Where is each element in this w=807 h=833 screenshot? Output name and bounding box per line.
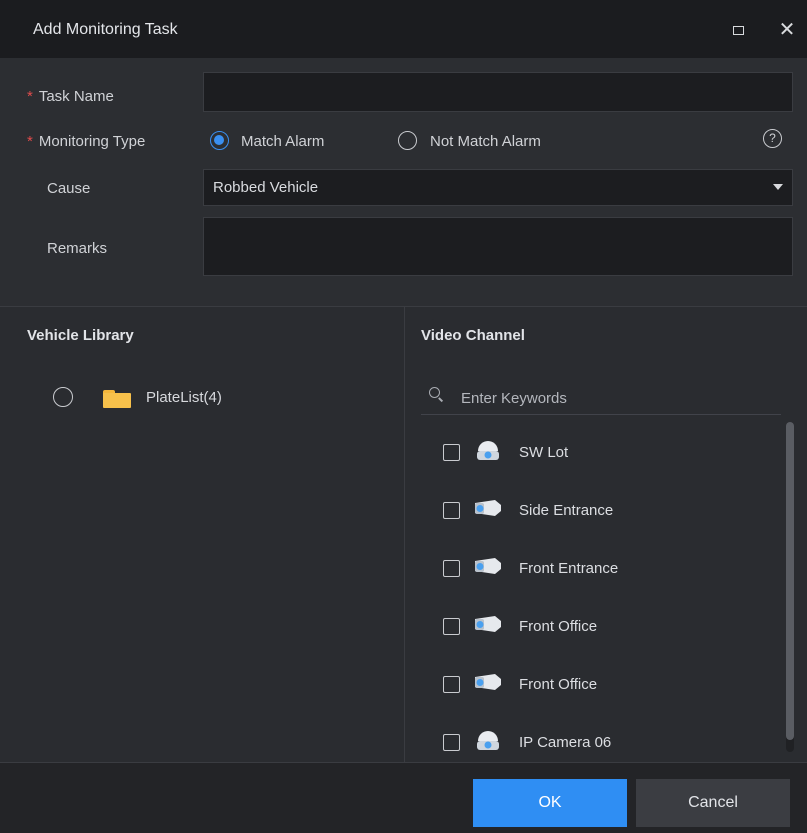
channel-checkbox[interactable] [443, 560, 460, 577]
remarks-textarea[interactable] [203, 217, 793, 276]
search-icon [429, 387, 440, 398]
channel-item[interactable]: Side Entrance [405, 473, 765, 531]
cause-selected-value: Robbed Vehicle [213, 179, 319, 196]
channel-checkbox[interactable] [443, 502, 460, 519]
platelist-radio[interactable] [53, 387, 73, 407]
cause-label: Cause [47, 180, 91, 197]
help-icon[interactable]: ? [763, 129, 782, 148]
channel-item[interactable]: IP Camera 06 [405, 705, 765, 762]
channel-item[interactable]: Front Office [405, 589, 765, 647]
vehicle-library-title: Vehicle Library [27, 327, 134, 344]
channel-search [421, 381, 781, 415]
bullet-camera-icon [475, 500, 501, 516]
folder-icon [103, 390, 131, 408]
video-channel-panel: Video Channel SW Lot [404, 307, 807, 762]
channel-label: Side Entrance [519, 502, 614, 519]
ok-button[interactable]: OK [473, 779, 627, 827]
required-marker: * [27, 88, 33, 105]
match-alarm-radio[interactable] [210, 131, 229, 150]
monitoring-type-label: * Monitoring Type [27, 133, 146, 150]
channel-checkbox[interactable] [443, 734, 460, 751]
channel-checkbox[interactable] [443, 444, 460, 461]
dialog-footer: OK Cancel [0, 762, 807, 833]
cause-select[interactable]: Robbed Vehicle [203, 169, 793, 206]
dome-camera-icon [477, 731, 499, 750]
channel-item[interactable]: Front Entrance [405, 531, 765, 589]
dome-camera-icon [477, 441, 499, 460]
remarks-label: Remarks [47, 240, 108, 257]
video-channel-title: Video Channel [421, 327, 525, 344]
channel-label: IP Camera 06 [519, 734, 612, 751]
match-alarm-label[interactable]: Match Alarm [241, 133, 324, 150]
task-name-label: * Task Name [27, 88, 114, 105]
required-marker: * [27, 133, 33, 150]
selection-panels: Vehicle Library PlateList(4) Video Chann… [0, 307, 807, 762]
channel-checkbox[interactable] [443, 676, 460, 693]
channel-scrollbar[interactable] [786, 422, 794, 752]
channel-label: Front Office [519, 618, 598, 635]
channel-item[interactable]: SW Lot [405, 415, 765, 473]
not-match-alarm-label[interactable]: Not Match Alarm [430, 133, 541, 150]
bullet-camera-icon [475, 674, 501, 690]
not-match-alarm-radio[interactable] [398, 131, 417, 150]
close-icon[interactable]: ✕ [776, 19, 798, 41]
task-name-input[interactable] [203, 72, 793, 112]
add-monitoring-task-dialog: Add Monitoring Task ✕ * Task Name * Monito… [0, 0, 807, 833]
channel-list: SW Lot Side Entrance Front Entrance Fron… [405, 415, 785, 762]
vehicle-library-panel: Vehicle Library PlateList(4) [0, 307, 404, 762]
maximize-icon[interactable] [733, 26, 744, 35]
cancel-button[interactable]: Cancel [636, 779, 790, 827]
channel-label: Front Entrance [519, 560, 619, 577]
platelist-label[interactable]: PlateList(4) [146, 389, 222, 406]
bullet-camera-icon [475, 616, 501, 632]
channel-checkbox[interactable] [443, 618, 460, 635]
task-form: * Task Name * Monitoring Type Match Alarm … [0, 58, 807, 306]
channel-label: Front Office [519, 676, 598, 693]
title-bar: Add Monitoring Task ✕ [0, 0, 807, 58]
channel-label: SW Lot [519, 444, 569, 461]
bullet-camera-icon [475, 558, 501, 574]
search-input[interactable] [461, 388, 761, 408]
channel-item[interactable]: Front Office [405, 647, 765, 705]
dialog-title: Add Monitoring Task [33, 21, 178, 38]
chevron-down-icon [773, 184, 783, 190]
scrollbar-thumb[interactable] [786, 422, 794, 740]
